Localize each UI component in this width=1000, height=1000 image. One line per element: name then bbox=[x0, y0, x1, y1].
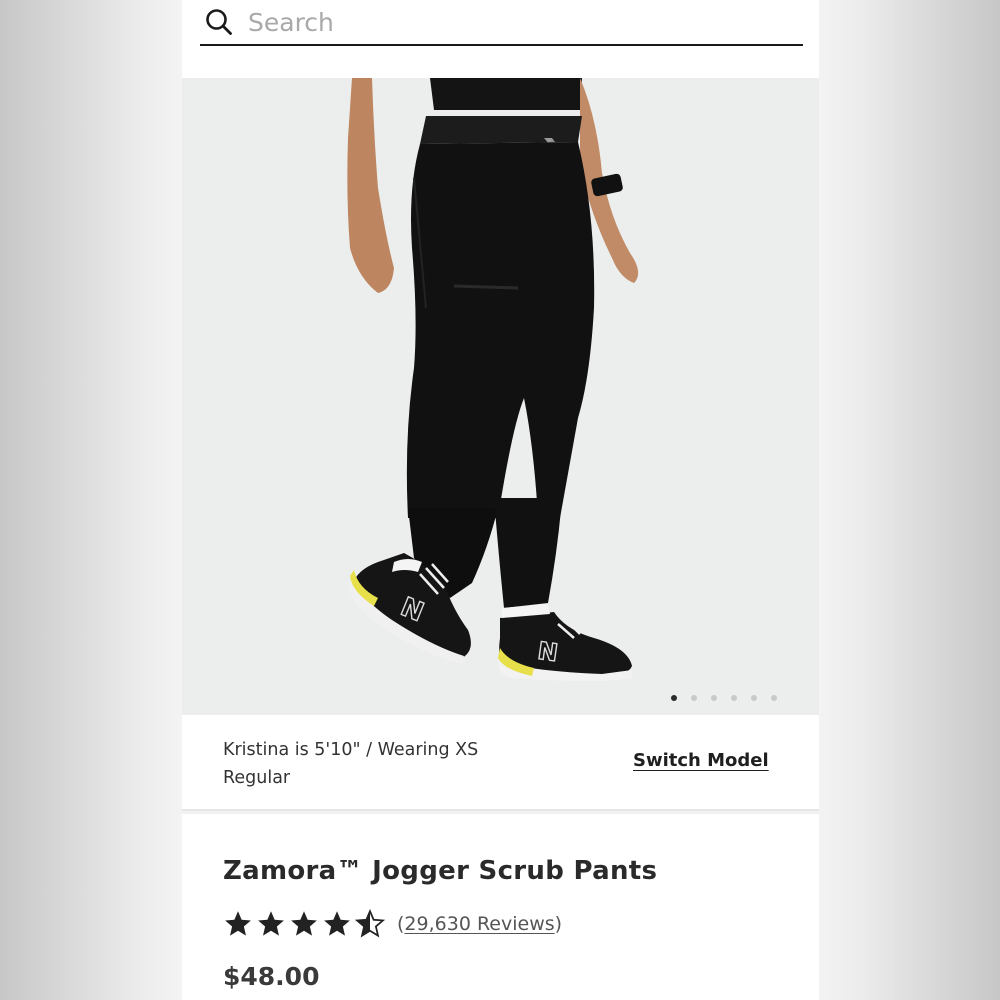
carousel-dots bbox=[671, 695, 777, 701]
carousel-dot-4[interactable] bbox=[731, 695, 737, 701]
rating-row: (29,630 Reviews) bbox=[223, 909, 562, 939]
star-full-icon bbox=[258, 911, 284, 936]
search-input[interactable] bbox=[248, 7, 768, 37]
model-info-bar: Kristina is 5'10" / Wearing XS Regular S… bbox=[182, 715, 819, 811]
svg-text:N: N bbox=[536, 637, 560, 668]
carousel-dot-2[interactable] bbox=[691, 695, 697, 701]
divider bbox=[182, 811, 819, 814]
switch-model-link[interactable]: Switch Model bbox=[633, 750, 769, 771]
carousel-dot-3[interactable] bbox=[711, 695, 717, 701]
product-price: $48.00 bbox=[223, 962, 320, 991]
screenshot-frame: N N Kristina is 5'10" / Wearing XS Regul… bbox=[0, 0, 1000, 1000]
star-full-icon bbox=[324, 911, 350, 936]
reviews-count: 29,630 Reviews bbox=[404, 913, 555, 935]
product-image[interactable]: N N bbox=[182, 78, 819, 715]
star-half-icon bbox=[355, 909, 385, 938]
carousel-dot-6[interactable] bbox=[771, 695, 777, 701]
star-full-icon bbox=[225, 911, 251, 936]
search-bar[interactable] bbox=[200, 0, 803, 46]
carousel-dot-5[interactable] bbox=[751, 695, 757, 701]
carousel-dot-1[interactable] bbox=[671, 695, 677, 701]
star-full-icon bbox=[291, 911, 317, 936]
model-description: Kristina is 5'10" / Wearing XS Regular bbox=[223, 740, 479, 788]
star-rating bbox=[223, 909, 385, 939]
reviews-close-paren: ) bbox=[554, 913, 563, 935]
product-page: N N Kristina is 5'10" / Wearing XS Regul… bbox=[182, 0, 819, 1000]
product-title: Zamora™ Jogger Scrub Pants bbox=[223, 856, 658, 886]
reviews-link[interactable]: (29,630 Reviews) bbox=[397, 913, 562, 935]
search-icon[interactable] bbox=[204, 7, 234, 37]
